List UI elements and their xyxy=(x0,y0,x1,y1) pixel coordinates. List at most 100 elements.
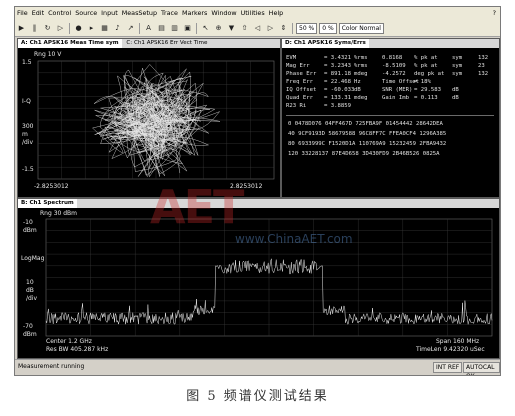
watermark-url: www.ChinaAET.com xyxy=(235,232,353,246)
metric-unit: mdeg xyxy=(354,71,368,77)
metric-unit2: = 0.113 xyxy=(414,95,438,101)
metric-name: EVM xyxy=(286,55,297,61)
metric-unit2: % pk at xyxy=(414,55,438,61)
symbol-row: 0 0478D076 04FF467D 725FBA9F 01454442 28… xyxy=(288,121,443,127)
autoscale-icon[interactable]: ⇕ xyxy=(278,23,289,34)
metric-sym: sym xyxy=(452,71,463,77)
pane-a-iq: A: Ch1 APSK16 Meas Time sym C: Ch1 APSK1… xyxy=(17,38,281,198)
menu-trace[interactable]: Trace xyxy=(159,7,180,20)
symbol-row: 80 6933999C F1520D1A 110769A9 15232459 2… xyxy=(288,141,447,147)
metric-sym: sym xyxy=(452,55,463,61)
toolbar-separator xyxy=(69,22,70,34)
menu-edit[interactable]: Edit xyxy=(30,7,46,20)
metric-sym: sym xyxy=(452,63,463,69)
metric-val: = -60.033 xyxy=(324,87,355,93)
iq-trajectory xyxy=(92,64,221,178)
tile-icon[interactable]: ▥ xyxy=(169,23,180,34)
toolbar-separator xyxy=(196,22,197,34)
autocal-indicator: AUTOCAL OK xyxy=(463,362,500,375)
status-bar: Measurement running INT REF AUTOCAL OK xyxy=(15,359,500,375)
status-message: Measurement running xyxy=(18,363,85,370)
window-icon[interactable]: ▣ xyxy=(182,23,193,34)
single-icon[interactable]: ▷ xyxy=(55,23,66,34)
analyzer-window: File Edit Control Source Input MeasSetup… xyxy=(14,6,501,376)
metric-sym: dB xyxy=(452,95,459,101)
metric-val: = 22.468 xyxy=(324,79,351,85)
metric-val2: SNR (MER) xyxy=(382,87,413,93)
divider xyxy=(286,115,494,116)
layout-icon[interactable]: ▤ xyxy=(156,23,167,34)
metric-name: R23 Ri xyxy=(286,103,307,109)
record-icon[interactable]: ● xyxy=(73,23,84,34)
marker-add-icon[interactable]: ⊕ xyxy=(213,23,224,34)
menu-window[interactable]: Window xyxy=(209,7,238,20)
metric-name: Freq Err xyxy=(286,79,313,85)
zoom-field-1[interactable]: 50 % xyxy=(296,22,318,34)
metric-unit2: = 29.583 xyxy=(414,87,441,93)
menu-input[interactable]: Input xyxy=(99,7,120,20)
menu-meassetup[interactable]: MeasSetup xyxy=(120,7,159,20)
metric-cnt: 132 xyxy=(478,55,489,61)
watermark-logo: AET xyxy=(150,180,244,234)
metric-val: = 3.4321 xyxy=(324,55,351,61)
metric-unit: dB xyxy=(354,87,361,93)
restart-icon[interactable]: ↻ xyxy=(42,23,53,34)
metric-unit2: % pk at xyxy=(414,63,438,69)
tab-syms-errs[interactable]: D: Ch1 APSK16 Syms/Errs xyxy=(282,39,369,48)
menu-bar: File Edit Control Source Input MeasSetup… xyxy=(15,7,500,20)
metric-unit2: deg pk at xyxy=(414,71,445,77)
metric-name: IQ Offset xyxy=(286,87,317,93)
figure-caption: 图 5 频谱仪测试结果 xyxy=(186,389,329,404)
metric-val2: -4.2572 xyxy=(382,71,406,77)
grid-icon[interactable]: ▦ xyxy=(99,23,110,34)
marker-left-icon[interactable]: ◁ xyxy=(252,23,263,34)
pane-d-title-bar: D: Ch1 APSK16 Syms/Errs xyxy=(282,39,499,48)
marker-right-icon[interactable]: ▷ xyxy=(265,23,276,34)
menu-source[interactable]: Source xyxy=(73,7,99,20)
spectrum-plot xyxy=(45,218,493,337)
toolbar-separator xyxy=(139,22,140,34)
metric-name: Mag Err xyxy=(286,63,310,69)
pane-d-syms-errs: D: Ch1 APSK16 Syms/Errs EVM = 3.4321 %rms 0… xyxy=(281,38,500,198)
int-ref-indicator: INT REF xyxy=(433,362,463,373)
metric-unit: %rms xyxy=(354,63,368,69)
toolbar-separator xyxy=(292,22,293,34)
metric-unit: mdeg xyxy=(354,95,368,101)
metric-name: Phase Err xyxy=(286,71,317,77)
toolbar: ▶ ‖ ↻ ▷ ● ▸ ▦ ♪ ↗ A ▤ ▥ ▣ ↖ ⊕ ▼ ⇧ ◁ ▷ ⇕ … xyxy=(15,20,500,37)
pause-icon[interactable]: ‖ xyxy=(29,23,40,34)
symbol-row: 40 9CF9193D 58679588 96C8FF7C FFEA0CF4 1… xyxy=(288,131,447,137)
symbol-row: 120 33228137 87E4D658 3D430FD9 2B46B526 … xyxy=(288,151,440,157)
iq-trace-plot xyxy=(37,60,275,180)
help-icon[interactable]: ? xyxy=(491,7,500,20)
metric-val: = 3.8859 xyxy=(324,103,351,109)
color-mode-select[interactable]: Color Normal xyxy=(338,22,384,34)
menu-control[interactable]: Control xyxy=(46,7,73,20)
metric-unit: %rms xyxy=(354,55,368,61)
metric-val2: Gain Imb xyxy=(382,95,409,101)
marker-icon[interactable]: ▸ xyxy=(86,23,97,34)
text-icon[interactable]: A xyxy=(143,23,154,34)
metric-val: = 891.18 xyxy=(324,71,351,77)
metric-sym: dB xyxy=(452,87,459,93)
menu-help[interactable]: Help xyxy=(267,7,286,20)
zoom-field-2[interactable]: 0 % xyxy=(319,22,337,34)
pointer-icon[interactable]: ↖ xyxy=(200,23,211,34)
marker-next-icon[interactable]: ⇧ xyxy=(239,23,250,34)
metric-cnt: 23 xyxy=(478,63,485,69)
arrow-icon[interactable]: ↗ xyxy=(125,23,136,34)
metric-val: = 133.31 xyxy=(324,95,351,101)
menu-file[interactable]: File xyxy=(15,7,30,20)
play-icon[interactable]: ▶ xyxy=(16,23,27,34)
metric-val2: 0.8168 xyxy=(382,55,403,61)
metric-unit: Hz xyxy=(354,79,361,85)
metric-unit2: = 18% xyxy=(414,79,431,85)
marker-peak-icon[interactable]: ▼ xyxy=(226,23,237,34)
metric-val: = 3.2343 xyxy=(324,63,351,69)
menu-markers[interactable]: Markers xyxy=(180,7,209,20)
peak-icon[interactable]: ♪ xyxy=(112,23,123,34)
metric-val2: -8.5109 xyxy=(382,63,406,69)
menu-utilities[interactable]: Utilities xyxy=(239,7,267,20)
metric-cnt: 132 xyxy=(478,71,489,77)
pane-b-spectrum: B: Ch1 Spectrum Rng 30 dBm -10 dBm LogMa… xyxy=(17,198,500,359)
